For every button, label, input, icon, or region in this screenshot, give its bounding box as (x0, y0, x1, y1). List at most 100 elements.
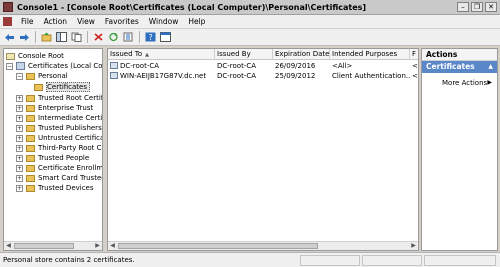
tree-node-personal[interactable]: − Personal (16, 71, 68, 81)
tree-label: Trusted Publishers (38, 124, 102, 132)
folder-icon (26, 124, 35, 132)
expand-icon[interactable]: + (16, 184, 23, 192)
status-panel (300, 255, 360, 266)
cell-intended-purposes: Client Authentication... (332, 72, 410, 80)
folder-icon (26, 94, 35, 102)
expand-icon[interactable]: + (16, 144, 23, 152)
tree-node-store[interactable]: + Untrusted Certificat (16, 133, 102, 143)
folder-icon (26, 104, 35, 112)
tree-label: Certificate Enrollme (38, 164, 103, 172)
tree-label: Trusted Devices (38, 184, 94, 192)
expand-icon[interactable]: + (16, 174, 23, 182)
menu-favorites[interactable]: Favorites (100, 17, 144, 26)
scroll-right-icon[interactable]: ▶ (93, 242, 102, 250)
restore-button[interactable]: ❐ (471, 2, 483, 12)
list-horizontal-scrollbar[interactable]: ◀ ▶ (108, 241, 418, 250)
expand-icon[interactable]: + (16, 94, 23, 102)
tree-node-store[interactable]: + Trusted Root Certif (16, 93, 102, 103)
tree-horizontal-scrollbar[interactable]: ◀ ▶ (4, 241, 102, 250)
tree-node-store[interactable]: + Certificate Enrollme (16, 163, 103, 173)
menu-window[interactable]: Window (144, 17, 184, 26)
minimize-button[interactable]: – (457, 2, 469, 12)
column-issued-by[interactable]: Issued By (215, 49, 273, 60)
tree-label: Smart Card Trusted (38, 174, 103, 182)
status-text: Personal store contains 2 certificates. (3, 256, 135, 264)
close-button[interactable]: ✕ (485, 2, 497, 12)
more-actions-item[interactable]: More Actions ▶ (422, 77, 497, 89)
actions-section-label: Certificates (426, 62, 475, 71)
cell-issued-by: DC-root-CA (217, 72, 257, 80)
export-list-icon[interactable] (122, 31, 135, 44)
tree-label: Certificates (46, 82, 91, 92)
tree-node-console-root[interactable]: Console Root (6, 51, 64, 61)
tree-node-store[interactable]: + Intermediate Certif (16, 113, 103, 123)
toolbar-separator (87, 31, 88, 43)
tree-node-store[interactable]: + Trusted People (16, 153, 89, 163)
expand-icon[interactable]: + (16, 134, 23, 142)
console-tree: Console Root − Certificates (Local Com −… (3, 48, 103, 251)
tree-label: Certificates (Local Com (28, 62, 103, 70)
tree-node-store[interactable]: + Smart Card Trusted (16, 173, 103, 183)
up-folder-icon[interactable] (40, 31, 53, 44)
scroll-right-icon[interactable]: ▶ (409, 242, 418, 250)
menu-file[interactable]: File (16, 17, 39, 26)
window-title: Console1 - [Console Root\Certificates (L… (17, 2, 367, 12)
refresh-icon[interactable] (107, 31, 120, 44)
tree-label: Intermediate Certif (38, 114, 103, 122)
column-friendly-name[interactable]: F (410, 49, 418, 60)
menu-bar: File Action View Favorites Window Help (0, 15, 500, 29)
expand-icon[interactable]: + (16, 164, 23, 172)
tree-node-certificates-local[interactable]: − Certificates (Local Com (6, 61, 103, 71)
scroll-left-icon[interactable]: ◀ (4, 242, 13, 250)
title-bar: Console1 - [Console Root\Certificates (L… (0, 0, 500, 15)
tree-node-store[interactable]: + Third-Party Root C (16, 143, 102, 153)
tree-label: Third-Party Root C (38, 144, 102, 152)
folder-icon (6, 52, 15, 60)
column-intended-purposes[interactable]: Intended Purposes (330, 49, 410, 60)
show-hide-tree-icon[interactable] (55, 31, 68, 44)
properties-icon[interactable] (159, 31, 172, 44)
collapse-icon[interactable]: − (6, 62, 13, 70)
folder-icon (26, 72, 35, 80)
column-expiration-date[interactable]: Expiration Date (273, 49, 330, 60)
collapse-section-icon[interactable]: ▲ (488, 61, 493, 73)
cell-text: DC-root-CA (120, 62, 160, 70)
menu-action[interactable]: Action (39, 17, 73, 26)
console-menu-icon[interactable] (3, 17, 12, 26)
certificate-icon (110, 62, 118, 69)
status-panel (362, 255, 422, 266)
help-icon[interactable]: ? (144, 31, 157, 44)
table-row[interactable]: DC-root-CA DC-root-CA 26/09/2016 <All> < (108, 61, 418, 71)
certificate-icon (110, 72, 118, 79)
cell-issued-to: WIN-AEIJB17G87V.dc.net (108, 71, 215, 81)
expand-icon[interactable]: + (16, 154, 23, 162)
back-icon[interactable] (3, 31, 16, 44)
table-row[interactable]: WIN-AEIJB17G87V.dc.net DC-root-CA 25/09/… (108, 71, 418, 81)
cell-intended-purposes: <All> (332, 62, 353, 70)
sort-ascending-icon: ▲ (145, 52, 149, 58)
scroll-thumb[interactable] (14, 243, 74, 249)
tree-node-store[interactable]: + Trusted Publishers (16, 123, 102, 133)
expand-icon[interactable]: + (16, 124, 23, 132)
tree-label: Trusted People (38, 154, 90, 162)
forward-icon[interactable] (18, 31, 31, 44)
tree-node-store[interactable]: + Enterprise Trust (16, 103, 93, 113)
folder-icon (34, 83, 43, 91)
cell-expiration-date: 26/09/2016 (275, 62, 316, 70)
column-issued-to[interactable]: Issued To ▲ (108, 49, 215, 60)
scroll-left-icon[interactable]: ◀ (108, 242, 117, 250)
copy-icon[interactable] (70, 31, 83, 44)
menu-help[interactable]: Help (183, 17, 210, 26)
delete-icon[interactable] (92, 31, 105, 44)
certificate-snapin-icon (16, 62, 25, 70)
menu-view[interactable]: View (72, 17, 100, 26)
expand-icon[interactable]: + (16, 114, 23, 122)
folder-icon (26, 174, 35, 182)
scroll-thumb[interactable] (118, 243, 318, 249)
actions-section-certificates[interactable]: Certificates ▲ (422, 61, 497, 73)
tree-node-store[interactable]: + Trusted Devices (16, 183, 94, 193)
collapse-icon[interactable]: − (16, 72, 23, 80)
tree-node-personal-certificates[interactable]: Certificates (34, 82, 91, 92)
expand-icon[interactable]: + (16, 104, 23, 112)
folder-icon (26, 114, 35, 122)
